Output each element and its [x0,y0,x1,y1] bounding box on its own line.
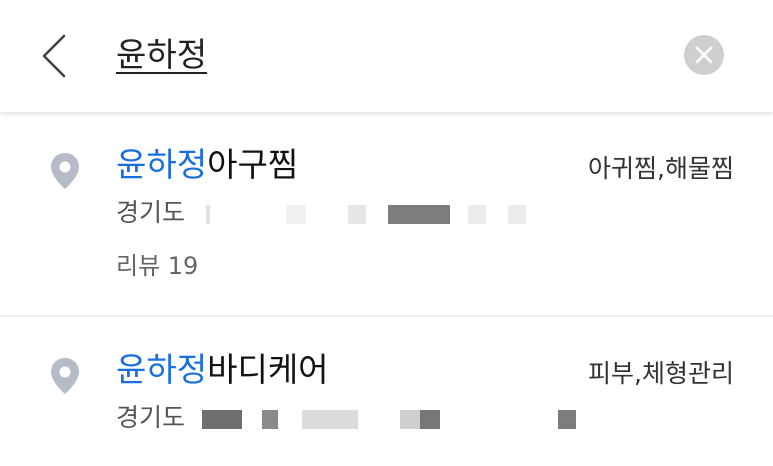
address-text: 경기도 [116,198,186,227]
redacted-address-block [206,205,210,224]
redacted-address-block [468,205,486,224]
result-list: 윤하정아구찜 아귀찜,해물찜 경기도 리뷰 19 윤하정바디케어 피부,체형관리… [0,112,773,466]
review-count: 리뷰 19 [116,252,199,280]
redacted-address-block [420,410,440,429]
search-bar: 윤하정 [0,0,773,112]
redacted-address-block [286,205,306,224]
redacted-address-block [558,410,576,429]
result-item[interactable]: 윤하정바디케어 피부,체형관리 경기도 [0,319,773,466]
redacted-address-block [202,410,242,429]
redacted-address-block [400,410,420,429]
place-name-highlight: 윤하정 [116,350,208,389]
place-name-rest: 바디케어 [207,350,329,389]
redacted-address-block [508,205,526,224]
search-query[interactable]: 윤하정 [116,33,207,77]
chevron-left-icon [42,34,66,78]
place-category: 피부,체형관리 [588,359,734,388]
close-icon [695,46,713,64]
place-name[interactable]: 윤하정아구찜 [116,144,298,186]
place-name-rest: 아구찜 [207,145,299,184]
result-item[interactable]: 윤하정아구찜 아귀찜,해물찜 경기도 리뷰 19 [0,112,773,317]
place-name-highlight: 윤하정 [116,145,208,184]
place-address: 경기도 [116,401,576,435]
redacted-address-block [262,410,278,429]
address-text: 경기도 [116,403,186,432]
redacted-address-block [388,205,450,224]
map-pin-icon [51,358,79,394]
place-category: 아귀찜,해물찜 [588,154,734,183]
place-address: 경기도 [116,196,526,230]
map-pin-icon [51,153,79,189]
redacted-address-block [302,410,358,429]
clear-search-button[interactable] [684,35,724,75]
search-results-screen: 윤하정 윤하정아구찜 아귀찜,해물찜 경기도 리뷰 19 윤하정바디케어 피부,… [0,0,773,466]
redacted-address-block [348,205,366,224]
place-name[interactable]: 윤하정바디케어 [116,349,329,391]
back-button[interactable] [30,30,78,82]
